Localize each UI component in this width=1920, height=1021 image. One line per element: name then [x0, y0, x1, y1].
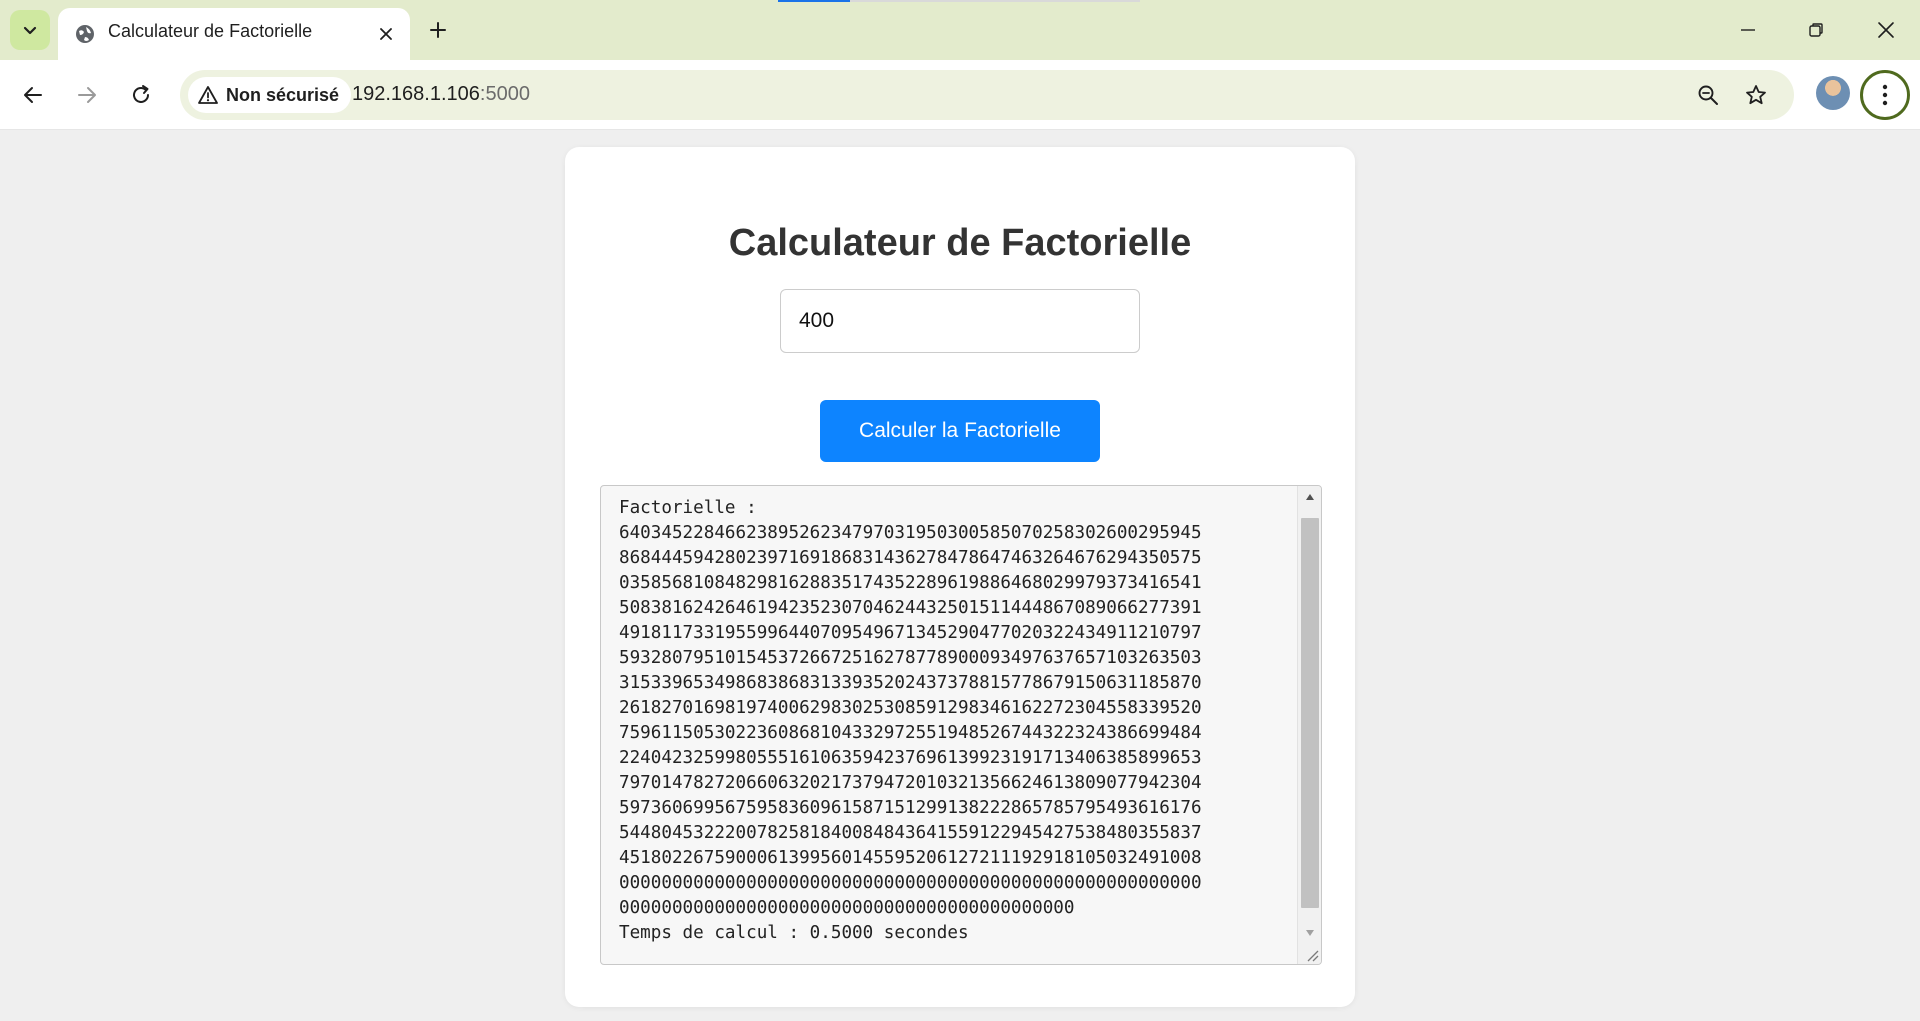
zoom-out-icon: [1698, 85, 1718, 105]
address-bar[interactable]: Non sécurisé 192.168.1.106:5000: [180, 70, 1794, 120]
close-icon: [1878, 22, 1894, 38]
reload-button[interactable]: [120, 74, 162, 116]
minimize-icon: [1741, 29, 1755, 31]
result-digits: 6403452284662389526234797031950300585070…: [619, 523, 1202, 918]
arrow-left-icon: [24, 87, 42, 103]
calculate-button[interactable]: Calculer la Factorielle: [820, 400, 1100, 462]
computation-time: Temps de calcul : 0.5000 secondes: [619, 923, 969, 943]
tab-search-button[interactable]: [10, 10, 50, 50]
browser-toolbar: Non sécurisé 192.168.1.106:5000: [0, 60, 1920, 130]
url-port: :5000: [479, 83, 530, 105]
close-icon: [380, 28, 392, 40]
triangle-up-icon: [1306, 494, 1314, 500]
tab-close-button[interactable]: [372, 20, 400, 48]
reload-icon: [133, 85, 149, 103]
page-load-indicator: [778, 0, 1140, 2]
page-load-indicator-fill: [778, 0, 851, 2]
scrollbar-thumb[interactable]: [1301, 518, 1319, 908]
forward-button[interactable]: [66, 74, 108, 116]
active-tab[interactable]: Calculateur de Factorielle: [58, 8, 410, 60]
result-scrollbar[interactable]: [1297, 486, 1321, 964]
result-output: Factorielle : 64034522846623895262347970…: [619, 496, 1279, 946]
more-vertical-icon: [1882, 84, 1888, 106]
page-title: Calculateur de Factorielle: [728, 222, 1192, 264]
number-input[interactable]: [780, 289, 1140, 353]
scroll-up-button[interactable]: [1298, 486, 1321, 508]
chevron-down-icon: [23, 26, 37, 35]
triangle-down-icon: [1306, 930, 1314, 936]
result-label: Factorielle :: [619, 498, 757, 518]
bookmark-button[interactable]: [1736, 75, 1776, 115]
url-text[interactable]: 192.168.1.106:5000: [352, 83, 530, 106]
back-button[interactable]: [12, 74, 54, 116]
browser-tab-strip: Calculateur de Factorielle: [0, 0, 1920, 60]
tab-title: Calculateur de Factorielle: [108, 21, 313, 41]
profile-avatar[interactable]: [1816, 76, 1850, 110]
minimize-window-button[interactable]: [1714, 0, 1782, 60]
calculator-card: Calculateur de Factorielle Calculer la F…: [565, 147, 1355, 1007]
security-label: Non sécurisé: [226, 84, 340, 105]
arrow-right-icon: [78, 87, 96, 103]
star-icon: [1746, 85, 1766, 105]
zoom-button[interactable]: [1688, 75, 1728, 115]
site-info-chip[interactable]: Non sécurisé: [188, 77, 352, 113]
browser-menu-button[interactable]: [1860, 70, 1910, 120]
result-textarea[interactable]: Factorielle : 64034522846623895262347970…: [600, 485, 1322, 965]
page-viewport: Calculateur de Factorielle Calculer la F…: [0, 131, 1920, 1021]
warning-icon: [198, 86, 218, 104]
new-tab-button[interactable]: [420, 12, 456, 48]
scroll-down-button[interactable]: [1298, 922, 1321, 944]
globe-icon: [72, 21, 98, 47]
close-window-button[interactable]: [1852, 0, 1920, 60]
plus-icon: [430, 22, 446, 38]
url-host: 192.168.1.106: [352, 83, 480, 105]
resize-grip-icon[interactable]: [1303, 946, 1319, 962]
restore-icon: [1809, 23, 1823, 37]
restore-window-button[interactable]: [1782, 0, 1850, 60]
